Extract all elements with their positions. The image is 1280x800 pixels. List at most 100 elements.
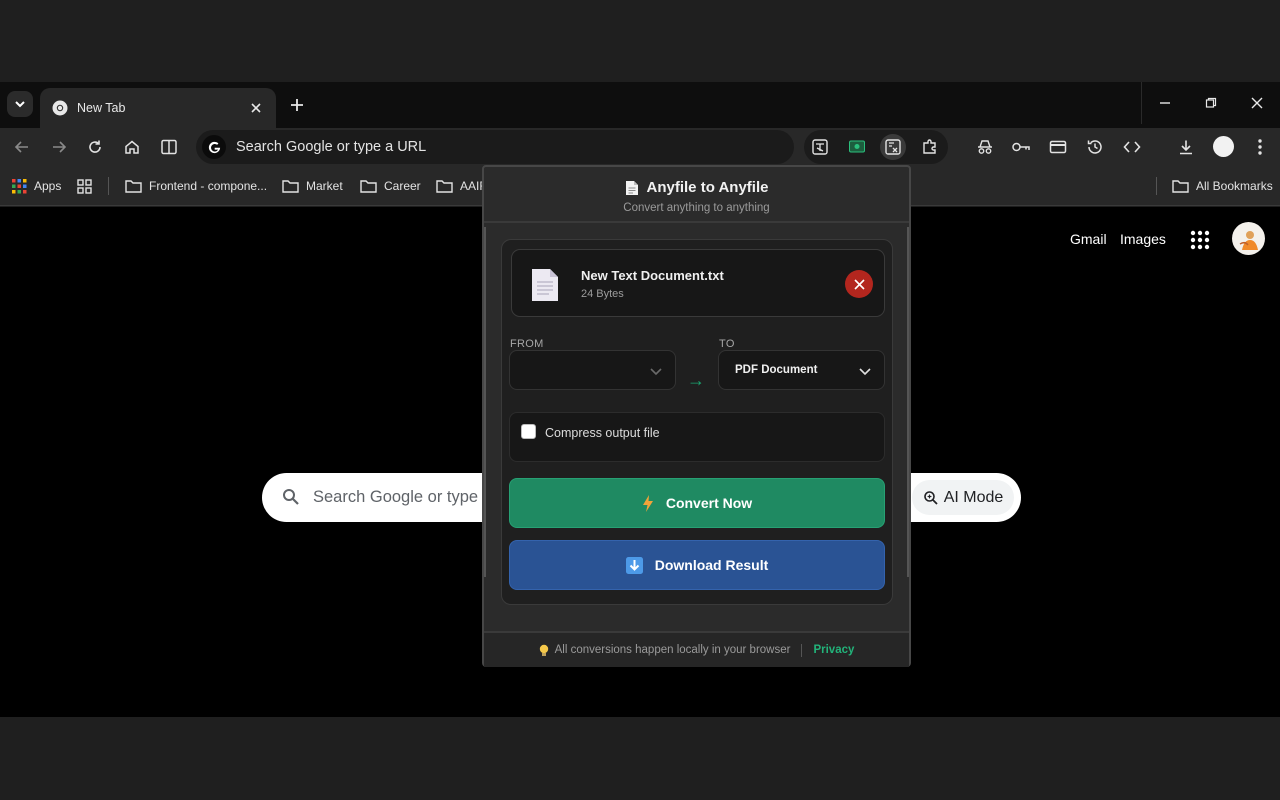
all-bookmarks-label: All Bookmarks <box>1196 179 1273 193</box>
close-icon <box>853 278 865 290</box>
all-bookmarks-button[interactable]: All Bookmarks <box>1172 176 1273 196</box>
extension-translate-button[interactable] <box>807 134 833 160</box>
file-name: New Text Document.txt <box>581 268 724 283</box>
from-label: FROM <box>510 338 544 350</box>
restore-icon <box>1205 97 1217 108</box>
downloads-button[interactable] <box>1173 134 1199 160</box>
converter-card: New Text Document.txt 24 Bytes FROM TO →… <box>501 239 893 605</box>
document-icon <box>625 180 638 195</box>
close-icon <box>1251 97 1263 109</box>
to-label: TO <box>719 338 735 350</box>
file-convert-icon <box>885 139 901 155</box>
reload-button[interactable] <box>82 134 108 160</box>
plus-icon <box>291 99 303 111</box>
search-icon <box>283 489 299 505</box>
compress-label: Compress output file <box>545 426 660 440</box>
to-format-value: PDF Document <box>735 364 818 376</box>
bookmark-folder-market[interactable]: Market <box>282 176 343 196</box>
bookmark-folder-frontend[interactable]: Frontend - compone... <box>125 176 267 196</box>
footer-text: All conversions happen locally in your b… <box>554 644 791 656</box>
popup-title: Anyfile to Anyfile <box>484 179 909 196</box>
minimize-icon <box>1160 102 1170 104</box>
chrome-icon <box>52 100 68 116</box>
incognito-button[interactable] <box>972 134 998 160</box>
download-arrow-icon <box>625 556 643 574</box>
window-controls <box>1141 82 1280 128</box>
bookmark-folder-career[interactable]: Career <box>360 176 421 196</box>
profile-avatar[interactable] <box>1213 136 1234 157</box>
bookmark-separator <box>108 177 109 195</box>
desktop-bottom-band <box>0 717 1280 800</box>
omnibox[interactable]: Search Google or type a URL <box>196 130 794 164</box>
google-icon <box>202 135 226 159</box>
file-size: 24 Bytes <box>581 288 624 300</box>
bookmark-label: Frontend - compone... <box>149 179 268 193</box>
devtools-button[interactable] <box>1119 134 1145 160</box>
close-window-button[interactable] <box>1234 82 1280 124</box>
minimize-button[interactable] <box>1142 82 1188 124</box>
from-format-select[interactable] <box>509 350 676 390</box>
side-panel-button[interactable] <box>156 134 182 160</box>
images-link[interactable]: Images <box>1120 231 1166 247</box>
bookmark-label: Market <box>306 179 343 193</box>
browser-menu-button[interactable] <box>1247 134 1273 160</box>
extensions-menu-button[interactable] <box>917 134 943 160</box>
history-button[interactable] <box>1082 134 1108 160</box>
gmail-link[interactable]: Gmail <box>1070 231 1107 247</box>
ai-mode-label: AI Mode <box>943 488 1004 506</box>
download-icon <box>1180 140 1192 155</box>
convert-now-button[interactable]: Convert Now <box>509 478 885 528</box>
payment-button[interactable] <box>1045 134 1071 160</box>
key-icon <box>1012 142 1030 152</box>
google-apps-icon[interactable] <box>1188 228 1212 252</box>
privacy-link[interactable]: Privacy <box>813 644 854 656</box>
passwords-button[interactable] <box>1008 134 1034 160</box>
compress-option: Compress output file <box>509 412 885 462</box>
restore-button[interactable] <box>1188 82 1234 124</box>
account-avatar[interactable] <box>1232 222 1265 255</box>
tab-title: New Tab <box>77 101 126 115</box>
chevron-down-icon <box>15 101 25 108</box>
tab-search-button[interactable] <box>7 91 33 117</box>
lightning-icon <box>642 494 653 512</box>
desktop-top-band <box>0 0 1280 82</box>
ai-mode-button[interactable]: AI Mode <box>912 480 1014 515</box>
bookmark-separator <box>1156 177 1157 195</box>
folder-icon <box>1172 180 1189 193</box>
download-result-button[interactable]: Download Result <box>509 540 885 590</box>
anyfile-popup: Anyfile to Anyfile Convert anything to a… <box>482 165 911 667</box>
forward-button[interactable] <box>46 134 72 160</box>
popup-scrollbar[interactable] <box>907 227 909 577</box>
bookmark-folder-aaif[interactable]: AAIF <box>436 176 487 196</box>
folder-icon <box>282 180 299 193</box>
lightbulb-icon <box>539 644 548 656</box>
popup-footer: All conversions happen locally in your b… <box>484 631 909 667</box>
extension-anyfile-button[interactable] <box>880 134 906 160</box>
bookmark-label: Career <box>384 179 421 193</box>
back-button[interactable] <box>9 134 35 160</box>
side-panel-icon <box>161 139 177 155</box>
screen-icon <box>849 140 865 153</box>
compress-checkbox[interactable] <box>521 424 536 439</box>
home-button[interactable] <box>119 134 145 160</box>
chevron-down-icon <box>859 368 871 376</box>
remove-file-button[interactable] <box>845 270 873 298</box>
extension-screen-button[interactable] <box>844 134 870 160</box>
arrow-right-icon: → <box>687 370 705 390</box>
footer-separator <box>801 643 803 657</box>
translate-icon <box>812 139 828 155</box>
extensions-group <box>804 130 948 164</box>
folder-icon <box>436 180 453 193</box>
bookmark-apps[interactable]: Apps <box>12 176 61 196</box>
new-tab-button[interactable] <box>285 93 309 117</box>
tab-close-icon[interactable] <box>248 100 264 116</box>
tab-new-tab[interactable]: New Tab <box>40 88 276 128</box>
popup-edge <box>484 227 486 577</box>
search-placeholder: Search Google or type a <box>313 488 492 506</box>
to-format-select[interactable]: PDF Document <box>718 350 885 390</box>
tab-strip: New Tab <box>0 82 1280 128</box>
popup-header: Anyfile to Anyfile Convert anything to a… <box>484 167 909 223</box>
ai-search-icon <box>923 490 938 505</box>
more-vert-icon <box>1258 139 1262 155</box>
tab-groups-button[interactable] <box>77 176 92 196</box>
